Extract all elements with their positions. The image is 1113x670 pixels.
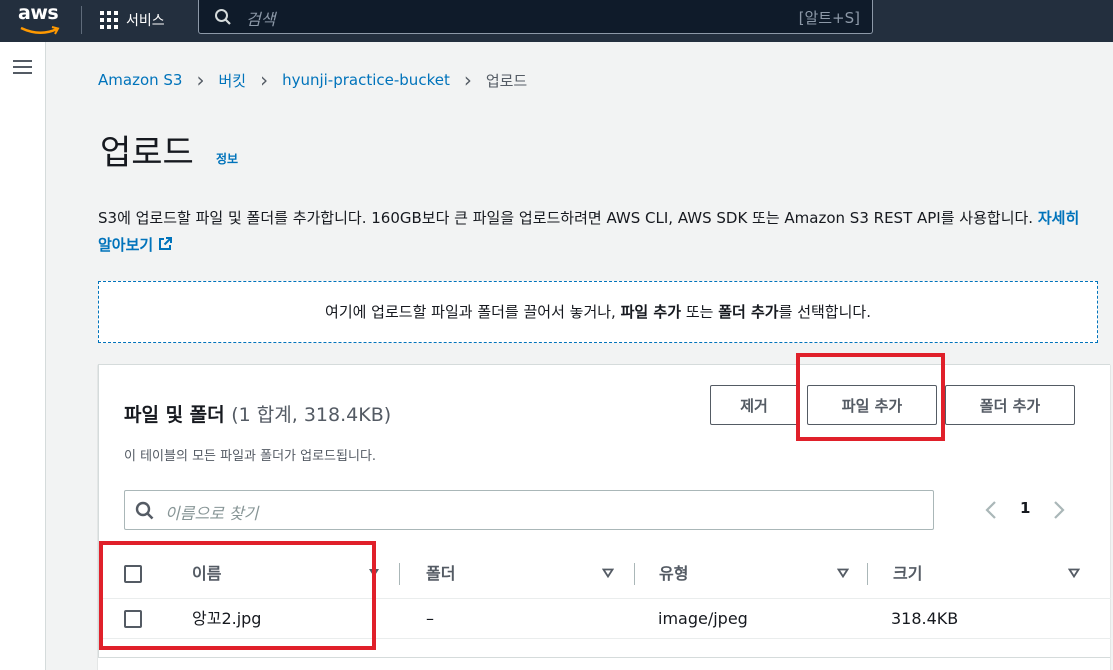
files-and-folders-panel: 파일 및 폴더 (1 합계, 318.4KB) 이 테이블의 모든 파일과 폴더… [98,364,1111,670]
breadcrumb-amazon-s3[interactable]: Amazon S3 [98,71,182,89]
breadcrumb-current: 업로드 [485,71,528,90]
page-title: 업로드 [100,133,194,173]
next-panel-edge [98,657,1110,670]
breadcrumb: Amazon S3 › 버킷 › hyunji-practice-bucket … [98,69,527,91]
sort-down-icon[interactable] [368,568,380,578]
sort-toggle-icon[interactable] [1068,568,1080,578]
panel-subtitle: 이 테이블의 모든 파일과 폴더가 업로드됩니다. [124,449,377,464]
column-header-size[interactable]: 크기 [893,549,922,599]
top-navigation: aws 서비스 검색 [알트+S] [0,0,1113,42]
grid-icon [100,11,118,29]
nav-divider [81,6,82,34]
page-description: S3에 업로드할 파일 및 폴더를 추가합니다. 160GB보다 큰 파일을 업… [98,205,1098,259]
logo-text: aws [18,2,59,24]
panel-title: 파일 및 폴더 (1 합계, 318.4KB) [124,400,391,427]
column-divider [634,563,635,585]
pagination: 1 [984,497,1074,523]
row-select-checkbox[interactable] [124,610,142,628]
chevron-right-icon[interactable] [1052,500,1066,520]
cell-size: 318.4KB [891,609,959,628]
hamburger-menu-icon[interactable] [13,60,32,75]
search-icon [135,501,154,520]
cell-type: image/jpeg [658,609,748,628]
remove-button[interactable]: 제거 [710,385,798,425]
chevron-right-icon: › [196,68,205,92]
dropzone-add-files: 파일 추가 [620,303,682,321]
breadcrumb-bucket[interactable]: hyunji-practice-bucket [282,71,450,89]
services-menu-button[interactable]: 서비스 [100,6,165,34]
description-text: S3에 업로드할 파일 및 폴더를 추가합니다. 160GB보다 큰 파일을 업… [98,209,1034,227]
chevron-left-icon[interactable] [984,500,998,520]
chevron-right-icon: › [260,68,269,92]
find-by-name-placeholder: 이름으로 찾기 [165,504,259,523]
search-icon [215,9,231,25]
search-placeholder: 검색 [246,10,276,29]
column-header-name[interactable]: 이름 [192,549,221,599]
column-divider [399,563,400,585]
dropzone-suffix: 를 선택합니다. [778,303,871,321]
page-number-1[interactable]: 1 [1020,499,1030,517]
breadcrumb-buckets[interactable]: 버킷 [218,70,246,91]
sort-toggle-icon[interactable] [837,568,849,578]
aws-logo[interactable]: aws [18,2,62,38]
dropzone-add-folder: 폴더 추가 [718,303,779,321]
cell-name: 앙꼬2.jpg [192,609,262,628]
panel-count: (1 합계, 318.4KB) [231,404,392,426]
cell-folder: – [426,609,434,628]
global-search-input[interactable]: 검색 [알트+S] [198,0,873,34]
side-panel [0,42,46,670]
external-link-icon [159,237,173,250]
find-by-name-input[interactable]: 이름으로 찾기 [124,490,934,530]
chevron-right-icon: › [463,68,472,92]
dropzone-middle: 또는 [681,303,719,321]
smile-arrow-icon [20,26,60,35]
sort-toggle-icon[interactable] [602,568,614,578]
add-files-button[interactable]: 파일 추가 [807,385,937,425]
search-shortcut: [알트+S] [798,9,860,27]
table-row: 앙꼬2.jpg – image/jpeg 318.4KB [99,599,1111,639]
upload-dropzone[interactable]: 여기에 업로드할 파일과 폴더를 끌어서 놓거나, 파일 추가 또는 폴더 추가… [98,281,1098,343]
services-label: 서비스 [126,13,165,29]
table-header: 이름 폴더 유형 크기 [99,549,1111,599]
select-all-checkbox[interactable] [124,565,142,583]
column-header-folder[interactable]: 폴더 [426,549,455,599]
dropzone-prefix: 여기에 업로드할 파일과 폴더를 끌어서 놓거나, [325,303,621,321]
column-divider [867,563,868,585]
column-header-type[interactable]: 유형 [659,549,688,599]
panel-title-text: 파일 및 폴더 [124,404,225,426]
info-link[interactable]: 정보 [216,150,238,167]
add-folder-button[interactable]: 폴더 추가 [945,385,1075,425]
